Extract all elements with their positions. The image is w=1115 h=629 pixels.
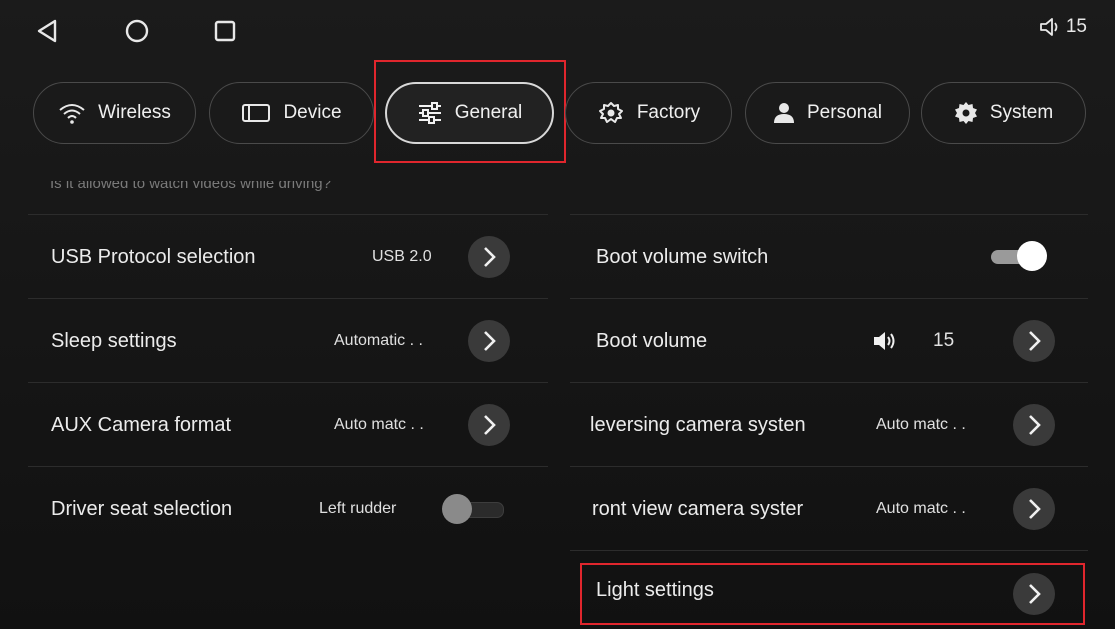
tab-general-label: General [454, 102, 523, 123]
driver-seat-toggle[interactable] [442, 494, 504, 524]
device-icon [242, 104, 271, 122]
chevron-right-icon[interactable] [1013, 320, 1055, 362]
row-value: Left rudder [319, 500, 397, 517]
row-label: Sleep settings [51, 329, 177, 352]
status-volume: 15 [1038, 16, 1087, 38]
chevron-right-icon[interactable] [1013, 404, 1055, 446]
back-icon[interactable] [30, 14, 64, 48]
tab-general[interactable]: General [385, 82, 554, 144]
tab-factory-label: Factory [636, 102, 701, 123]
scrolled-description: Is it allowed to watch videos while driv… [50, 181, 331, 192]
row-value: Auto matc . . [876, 500, 966, 517]
home-icon[interactable] [120, 14, 154, 48]
row-value: Auto matc . . [334, 416, 424, 433]
row-value: Auto matc . . [876, 416, 966, 433]
boot-volume-toggle[interactable] [991, 241, 1047, 271]
settings-screen: 15 Wireless Device General Factory Perso… [0, 0, 1115, 629]
row-label: Boot volume switch [596, 245, 769, 268]
tab-personal-label: Personal [807, 102, 882, 123]
status-volume-level: 15 [1065, 16, 1087, 37]
chevron-right-icon[interactable] [1013, 488, 1055, 530]
row-label: Light settings [596, 578, 714, 601]
recents-icon[interactable] [208, 14, 242, 48]
tab-personal[interactable]: Personal [745, 82, 910, 144]
row-value: Automatic . . [334, 332, 423, 349]
wifi-icon [59, 104, 85, 124]
row-reversing-camera-system[interactable]: leversing camera systen Auto matc . . [570, 383, 1088, 467]
boot-volume-value: 15 [933, 330, 955, 351]
row-sleep-settings[interactable]: Sleep settings Automatic . . [28, 299, 548, 383]
chevron-right-icon[interactable] [468, 404, 510, 446]
chevron-right-icon[interactable] [1013, 573, 1055, 615]
row-label: AUX Camera format [51, 413, 232, 436]
tab-device[interactable]: Device [209, 82, 374, 144]
row-boot-volume-switch[interactable]: Boot volume switch [570, 215, 1088, 299]
row-driver-seat[interactable]: Driver seat selection Left rudder [28, 467, 548, 551]
row-boot-volume[interactable]: Boot volume 15 [570, 299, 1088, 383]
tab-factory[interactable]: Factory [565, 82, 732, 144]
row-aux-camera-format[interactable]: AUX Camera format Auto matc . . [28, 383, 548, 467]
chevron-right-icon[interactable] [468, 236, 510, 278]
row-label: leversing camera systen [590, 413, 806, 436]
person-icon [774, 103, 794, 123]
row-label: ront view camera syster [592, 497, 804, 520]
gear-icon [954, 102, 977, 124]
row-label: Driver seat selection [51, 497, 233, 520]
row-value: USB 2.0 [372, 248, 432, 265]
sliders-icon [418, 102, 441, 124]
row-light-settings[interactable]: Light settings [570, 551, 1088, 629]
chevron-right-icon[interactable] [468, 320, 510, 362]
tab-wireless-label: Wireless [98, 102, 171, 123]
row-label: Boot volume [596, 329, 708, 352]
tab-system[interactable]: System [921, 82, 1086, 144]
row-usb-protocol[interactable]: USB Protocol selection USB 2.0 [28, 215, 548, 299]
tab-device-label: Device [283, 102, 342, 123]
row-front-view-camera-system[interactable]: ront view camera syster Auto matc . . [570, 467, 1088, 551]
volume-icon [1039, 18, 1058, 36]
tab-wireless[interactable]: Wireless [33, 82, 196, 144]
speaker-icon [874, 332, 895, 350]
tab-system-label: System [989, 102, 1054, 123]
factory-icon [598, 102, 623, 123]
row-label: USB Protocol selection [51, 245, 256, 268]
